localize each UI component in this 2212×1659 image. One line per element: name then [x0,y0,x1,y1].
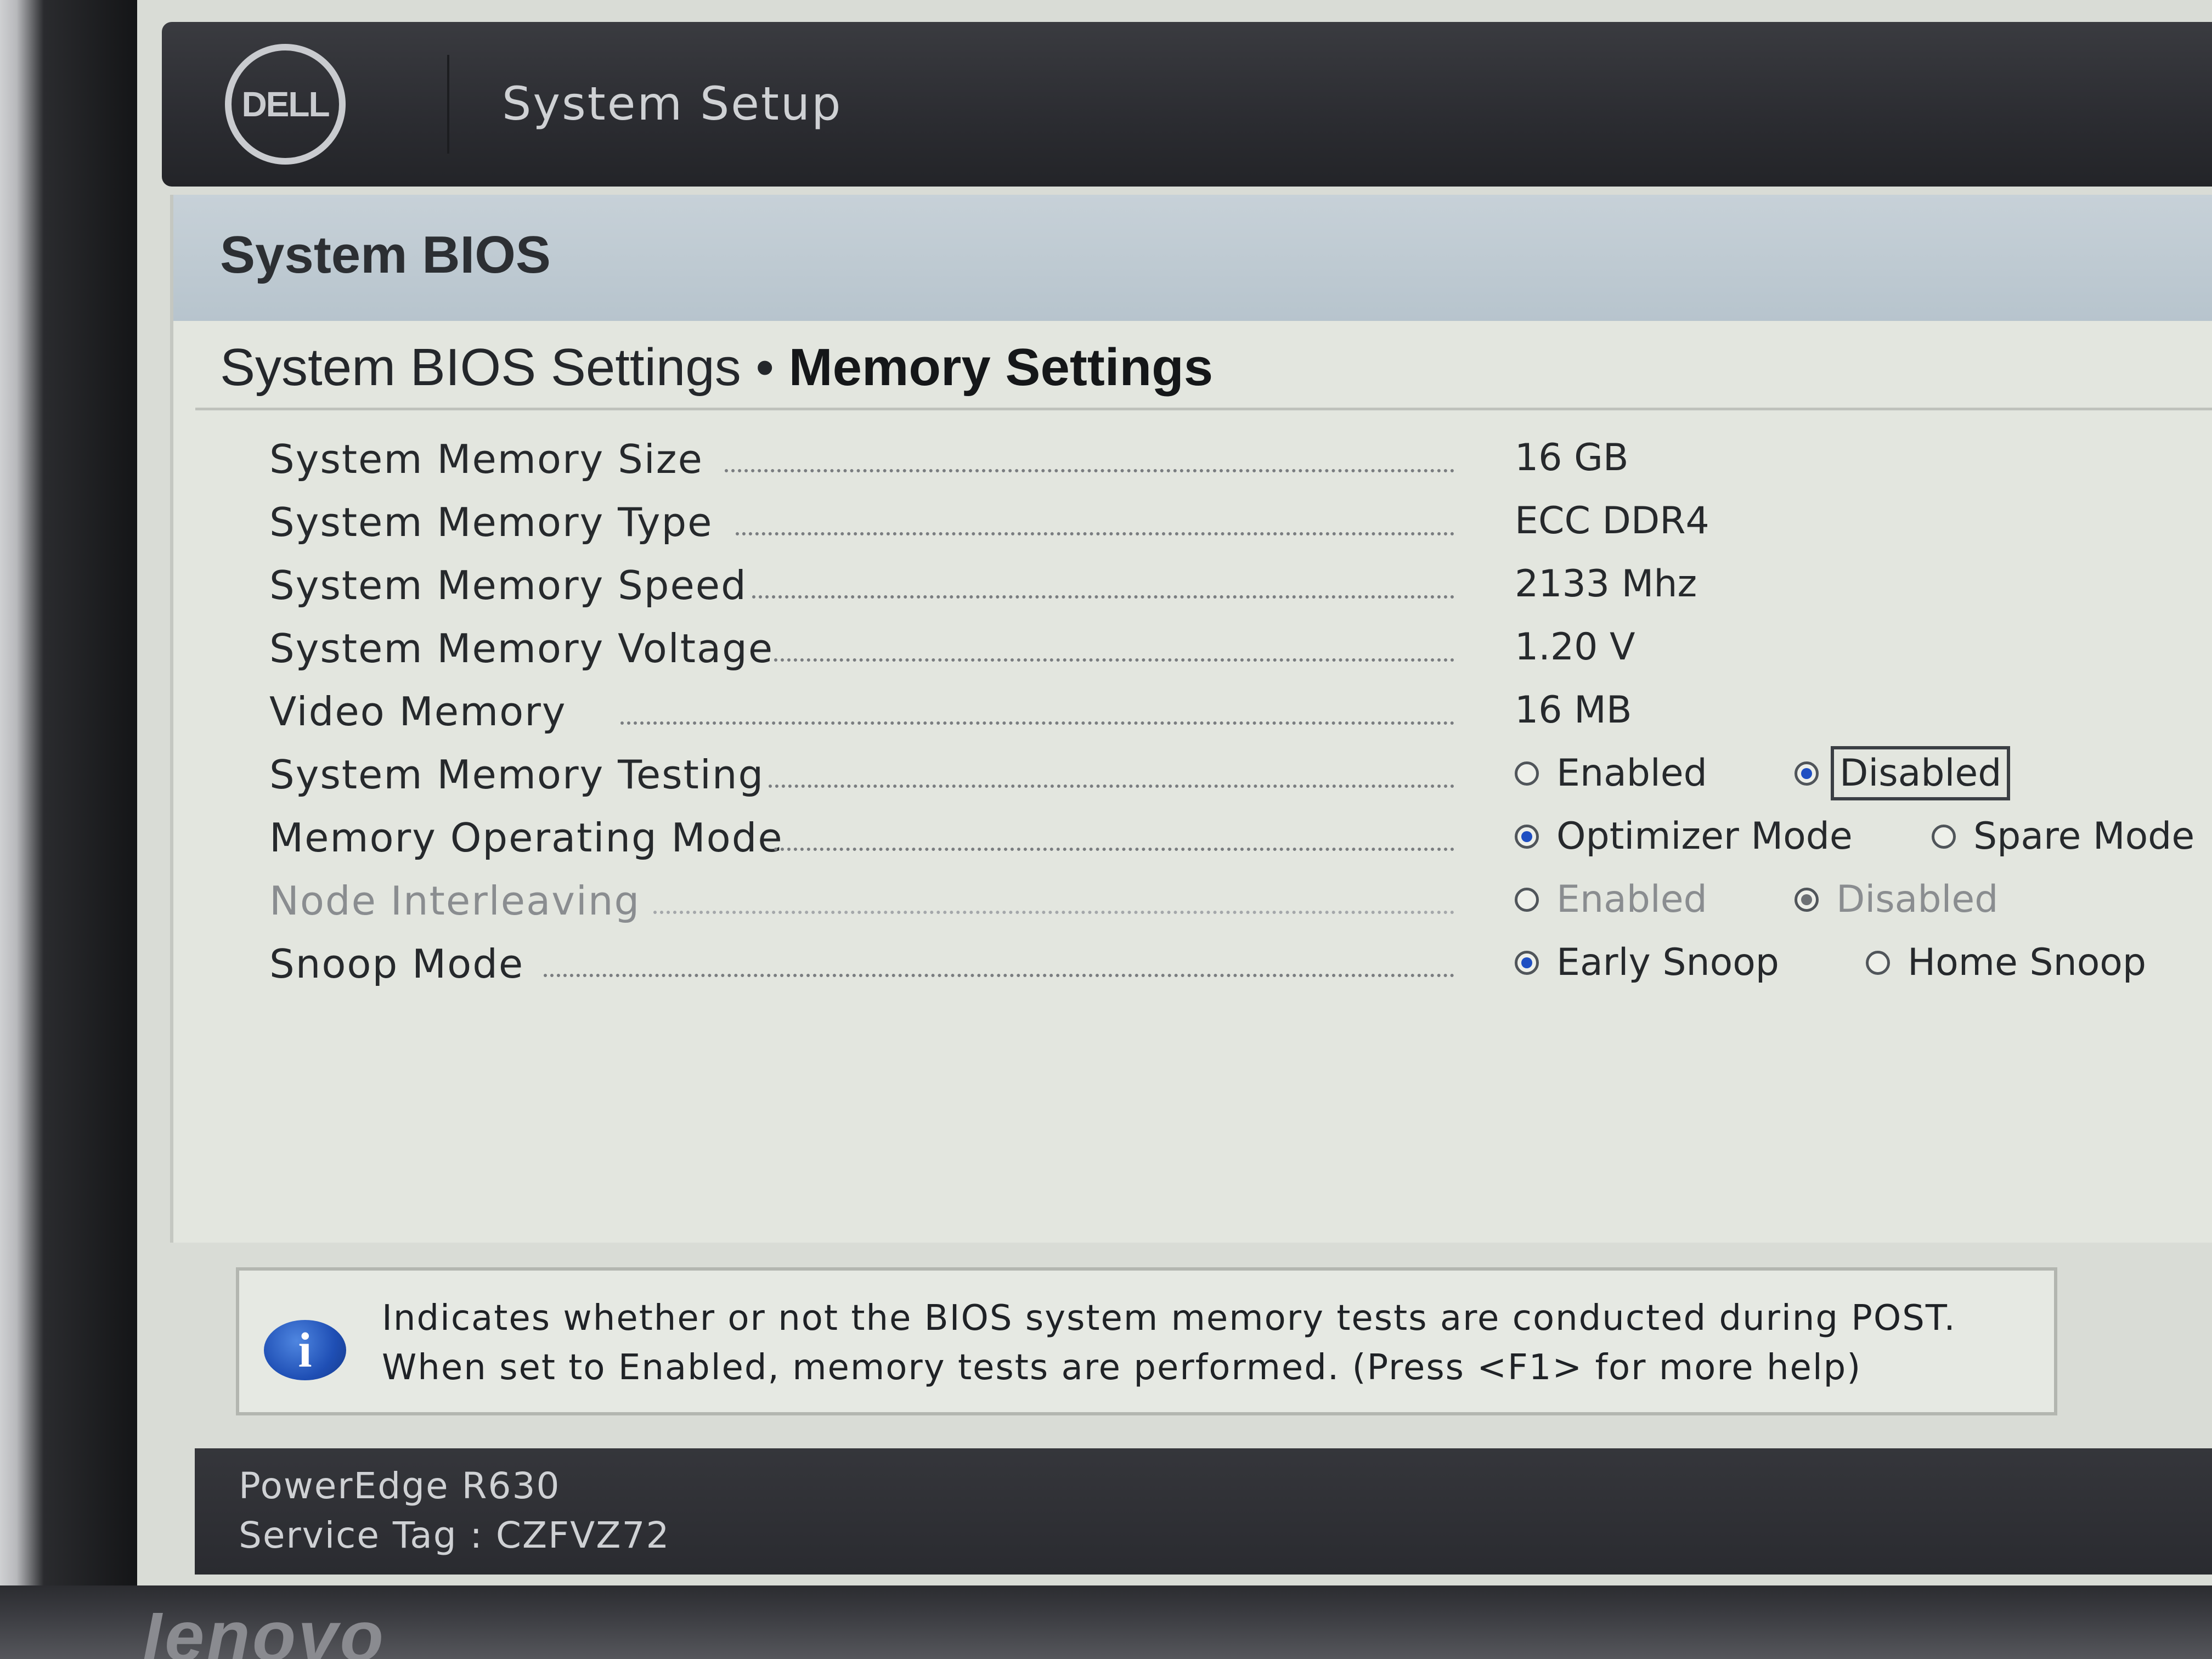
leader-dots [752,595,1454,599]
help-text-line-2: When set to Enabled, memory tests are pe… [382,1347,1862,1388]
setting-label: System Memory Size [269,436,703,482]
leader-dots [736,532,1454,535]
setting-value: ECC DDR4 [1515,499,1709,543]
option-label: Early Snoop [1556,941,1779,984]
option-label: Enabled [1556,878,1707,921]
option-label: Disabled [1836,878,1999,921]
setting-label: Snoop Mode [269,941,524,987]
leader-dots [653,911,1454,914]
setting-label: Memory Operating Mode [269,815,783,861]
option-label: Enabled [1556,752,1707,795]
lenovo-logo: lenovo [143,1613,386,1659]
breadcrumb-current: Memory Settings [788,338,1214,397]
setting-row-memory-voltage: System Memory Voltage 1.20 V [269,625,2190,686]
setting-value: 16 GB [1515,436,1629,479]
monitor-bezel-bottom: lenovo [0,1585,2212,1659]
setting-value: 16 MB [1515,689,1632,732]
option-label: Optimizer Mode [1556,815,1853,858]
setting-row-memory-operating-mode: Memory Operating Mode Optimizer Mode Spa… [269,815,2194,875]
radio-unchecked-icon[interactable] [1866,950,1890,975]
setting-row-memory-testing: System Memory Testing Enabled Disabled [269,746,2190,812]
header-divider [447,55,449,154]
bios-screen: DELL System Setup System BIOS System BIO… [137,0,2212,1585]
radio-checked-icon[interactable] [1515,950,1539,975]
radio-option-optimizer-mode[interactable]: Optimizer Mode [1515,815,1853,858]
radio-option-memory-testing-disabled[interactable]: Disabled [1795,746,2011,800]
setting-value: 1.20 V [1515,625,1635,669]
radio-checked-icon [1795,887,1819,912]
option-label: Disabled [1830,746,2011,800]
section-band: System BIOS [173,195,2212,321]
setting-row-snoop-mode: Snoop Mode Early Snoop Home Snoop [269,941,2190,1001]
radio-option-node-interleaving-enabled: Enabled [1515,878,1707,921]
radio-checked-icon[interactable] [1795,761,1819,786]
monitor-bezel-left [0,0,137,1659]
setting-label: System Memory Voltage [269,625,774,672]
radio-option-memory-testing-enabled[interactable]: Enabled [1515,752,1707,795]
system-footer: PowerEdge R630 Service Tag : CZFVZ72 [195,1448,2212,1575]
setting-label: System Memory Speed [269,562,747,608]
radio-option-early-snoop[interactable]: Early Snoop [1515,941,1779,984]
setting-row-memory-size: System Memory Size 16 GB [269,436,2190,496]
leader-dots [725,469,1454,472]
option-label: Home Snoop [1908,941,2147,984]
info-icon: i [264,1320,346,1380]
radio-unchecked-icon[interactable] [1515,761,1539,786]
leader-dots [769,785,1454,788]
radio-checked-icon[interactable] [1515,824,1539,849]
setting-value: 2133 Mhz [1515,562,1697,606]
leader-dots [774,658,1454,662]
radio-unchecked-icon[interactable] [1932,824,1956,849]
setting-row-video-memory: Video Memory 16 MB [269,689,2190,749]
breadcrumb-parent[interactable]: System BIOS Settings [220,338,741,397]
leader-dots [544,974,1454,977]
section-title: System BIOS [220,225,551,284]
help-box: i Indicates whether or not the BIOS syst… [236,1267,2057,1415]
setting-label: System Memory Type [269,499,713,545]
footer-service-tag: Service Tag : CZFVZ72 [239,1514,670,1556]
setting-label: Video Memory [269,689,567,735]
setting-label: System Memory Testing [269,752,765,798]
dell-logo: DELL [225,44,346,165]
breadcrumb-separator: • [755,338,774,397]
setting-label: Node Interleaving [269,878,641,924]
breadcrumb-divider [195,408,2212,410]
footer-model: PowerEdge R630 [239,1465,561,1507]
help-text-line-1: Indicates whether or not the BIOS system… [382,1298,1956,1339]
breadcrumb: System BIOS Settings • Memory Settings [220,337,1213,398]
option-label: Spare Mode [1973,815,2195,858]
setting-row-memory-type: System Memory Type ECC DDR4 [269,499,2190,560]
radio-unchecked-icon [1515,887,1539,912]
radio-option-spare-mode[interactable]: Spare Mode [1932,815,2194,858]
header-title: System Setup [502,77,843,131]
setting-row-node-interleaving: Node Interleaving Enabled Disabled [269,878,2190,938]
setting-row-memory-speed: System Memory Speed 2133 Mhz [269,562,2190,623]
radio-option-home-snoop[interactable]: Home Snoop [1866,941,2146,984]
setup-header: DELL System Setup [162,22,2212,187]
leader-dots [774,848,1454,851]
settings-panel: System BIOS System BIOS Settings • Memor… [170,195,2212,1243]
leader-dots [620,721,1454,725]
radio-option-node-interleaving-disabled: Disabled [1795,878,1998,921]
